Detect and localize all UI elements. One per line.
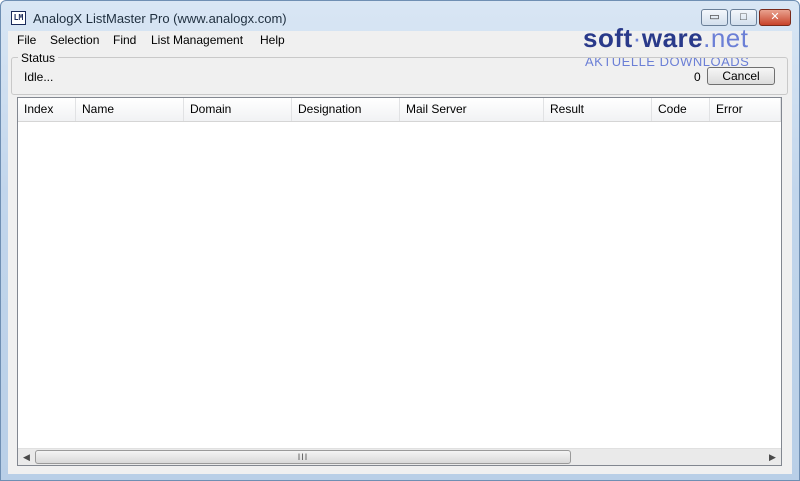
app-logo-icon[interactable]: LM — [11, 11, 26, 25]
menu-find[interactable]: Find — [112, 33, 137, 47]
menu-help[interactable]: Help — [259, 33, 286, 47]
column-header-error[interactable]: Error — [710, 98, 781, 121]
column-header-code[interactable]: Code — [652, 98, 710, 121]
menu-list-management[interactable]: List Management — [150, 33, 244, 47]
column-header-name[interactable]: Name — [76, 98, 184, 121]
column-header-result[interactable]: Result — [544, 98, 652, 121]
column-header-index[interactable]: Index — [18, 98, 76, 121]
menu-selection[interactable]: Selection — [49, 33, 100, 47]
column-header-domain[interactable]: Domain — [184, 98, 292, 121]
horizontal-scrollbar[interactable]: ◀ III ▶ — [18, 448, 781, 465]
status-legend: Status — [18, 51, 59, 65]
menu-file[interactable]: File — [16, 33, 37, 47]
cancel-button[interactable]: Cancel — [707, 67, 775, 85]
column-header-designation[interactable]: Designation — [292, 98, 400, 121]
scroll-left-icon[interactable]: ◀ — [18, 449, 35, 465]
scroll-right-icon[interactable]: ▶ — [764, 449, 781, 465]
status-groupbox — [11, 57, 788, 95]
scrollbar-thumb[interactable]: III — [35, 450, 571, 464]
listview-header: Index Name Domain Designation Mail Serve… — [18, 98, 781, 122]
window-title: AnalogX ListMaster Pro (www.analogx.com) — [33, 11, 287, 26]
column-header-mail-server[interactable]: Mail Server — [400, 98, 544, 121]
client-area: File Selection Find List Management Help… — [8, 23, 792, 474]
results-listview[interactable]: Index Name Domain Designation Mail Serve… — [17, 97, 782, 466]
app-window: LM AnalogX ListMaster Pro (www.analogx.c… — [0, 0, 800, 481]
watermark-title: soft·ware.net — [583, 23, 749, 53]
status-text: Idle... — [24, 70, 54, 84]
status-count: 0 — [694, 70, 701, 84]
